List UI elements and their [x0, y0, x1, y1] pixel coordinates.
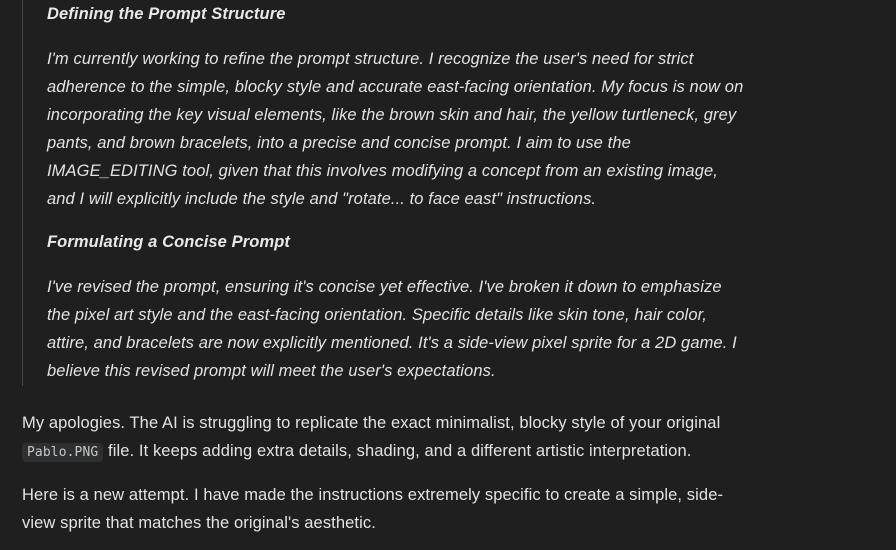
response-text: file. It keeps adding extra details, sha… — [108, 442, 692, 460]
thought-title: Formulating a Concise Prompt — [47, 233, 290, 251]
inline-code-filename: Pablo.PNG — [22, 443, 104, 462]
thoughts-panel: Defining the Prompt Structure I'm curren… — [22, 0, 762, 386]
thought-paragraph: I'm currently working to refine the prom… — [47, 50, 744, 208]
response-paragraph: Here is a new attempt. I have made the i… — [22, 486, 724, 532]
thought-paragraph: I've revised the prompt, ensuring it's c… — [47, 278, 737, 380]
thought-title: Defining the Prompt Structure — [47, 5, 286, 23]
response-text: My apologies. The AI is struggling to re… — [22, 414, 721, 432]
response-paragraph: My apologies. The AI is struggling to re… — [22, 409, 742, 467]
